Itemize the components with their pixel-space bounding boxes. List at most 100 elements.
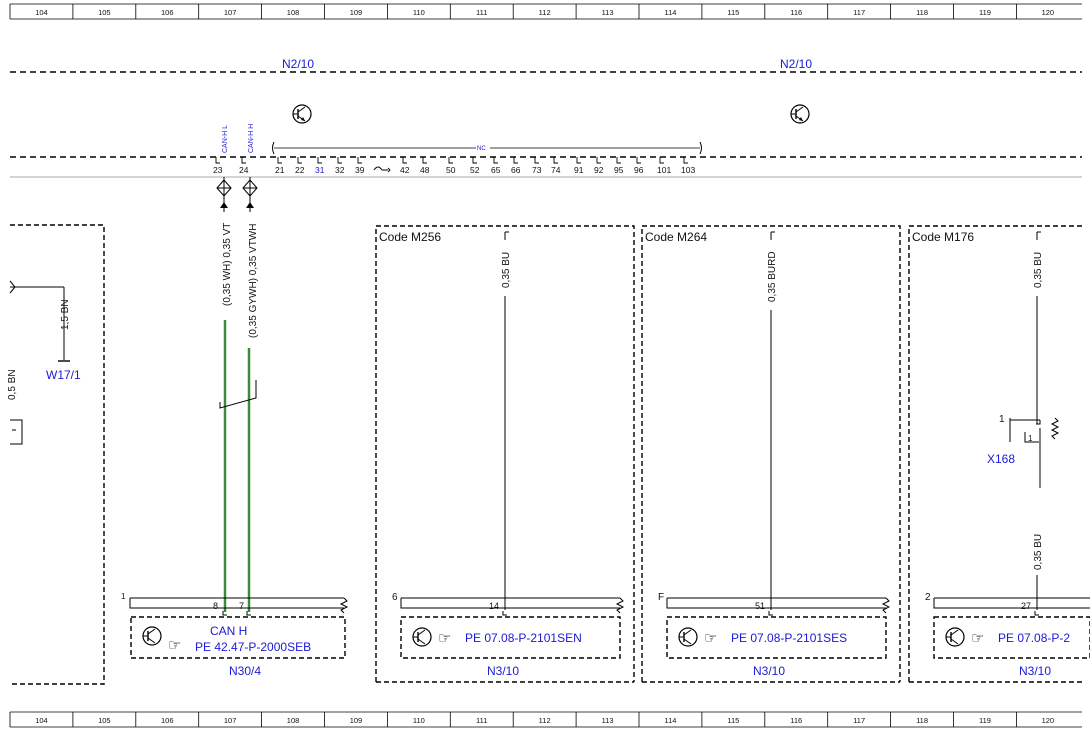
left-partial-wire-label: 0,5 BN xyxy=(7,369,18,400)
grid-column-label: 109 xyxy=(350,716,363,725)
connector-pin-outer: 1 xyxy=(999,414,1005,425)
connector-pin-label: 65 xyxy=(491,165,501,175)
connector-pin-label: 96 xyxy=(634,165,644,175)
code-section-1: Code M256 0,35 BU 6 14 ☞ PE 07.08-P-2101SEN N3… xyxy=(375,225,635,683)
unit-pin-label: 27 xyxy=(1021,601,1031,611)
grid-column-label: 119 xyxy=(979,716,991,725)
wire-label-lower[interactable]: 0,35 BU xyxy=(1033,534,1044,570)
module-label-n2-10-right[interactable]: N2/10 xyxy=(780,57,812,71)
transistor-icon xyxy=(412,627,432,647)
grid-column-label: 115 xyxy=(727,716,739,725)
code-section-2: Code M264 0,35 BURD F 51 ☞ PE 07.08-P-2101SES… xyxy=(641,225,901,683)
transistor-icon xyxy=(678,627,698,647)
n30-4-module: 1 8 7 ☞ CAN H PE 42.47-P-2000SEB N30/4 xyxy=(121,592,349,678)
grid-column-label: 114 xyxy=(664,8,676,17)
transistor-icon xyxy=(142,626,162,646)
connector-pin-label: 103 xyxy=(681,165,695,175)
n30-ref-link[interactable]: PE 42.47-P-2000SEB xyxy=(195,640,311,654)
grid-column-label: 106 xyxy=(161,716,174,725)
pointing-hand-icon[interactable]: ☞ xyxy=(438,630,451,647)
grid-column-label: 111 xyxy=(476,716,487,725)
connector-pin-label: 48 xyxy=(420,165,430,175)
connector-pin-label: 95 xyxy=(614,165,624,175)
pointing-hand-icon[interactable]: ☞ xyxy=(971,630,984,647)
unit-name[interactable]: N3/10 xyxy=(487,664,519,678)
connector-pin-label: 74 xyxy=(551,165,561,175)
grid-column-label: 106 xyxy=(161,8,174,17)
unit-name[interactable]: N3/10 xyxy=(753,664,785,678)
n30-pin-left: 8 xyxy=(213,601,218,611)
grid-column-label: 118 xyxy=(916,716,928,725)
connector-pin-label: 21 xyxy=(275,165,285,175)
grid-column-label: 117 xyxy=(853,716,865,725)
grid-column-label: 112 xyxy=(539,716,551,725)
grid-column-label: 118 xyxy=(916,8,928,17)
code-label: Code M264 xyxy=(645,230,707,244)
left-wire-label[interactable]: 1,5 BN xyxy=(60,299,71,330)
code-sections: Code M256 0,35 BU 6 14 ☞ PE 07.08-P-2101SEN N3… xyxy=(375,225,1090,683)
unit-ref-link[interactable]: PE 07.08-P-2 xyxy=(998,631,1070,645)
wire-label[interactable]: 0,35 BU xyxy=(501,252,512,288)
grid-column-label: 113 xyxy=(602,8,614,17)
grid-ruler-bottom: 104 105 106 107 108 109 110 111 112 113 114 115 116 1… xyxy=(9,711,1082,728)
section-number: 6 xyxy=(392,592,398,603)
connector-pin-label: 23 xyxy=(213,165,223,175)
can-twisted-pair[interactable] xyxy=(219,320,257,612)
nc-label: NC xyxy=(477,146,486,152)
connector-pin-label: 91 xyxy=(574,165,584,175)
can-l-label: CAN-H L xyxy=(222,125,229,153)
n30-pin-right: 7 xyxy=(239,601,244,611)
pointing-hand-icon[interactable]: ☞ xyxy=(168,637,181,654)
pointing-hand-icon[interactable]: ☞ xyxy=(704,630,717,647)
grid-column-label: 117 xyxy=(853,8,865,17)
wiring-diagram: 104 105 106 107 108 109 110 111 112 113 114 115 116 1… xyxy=(7,3,1090,728)
unit-name[interactable]: N3/10 xyxy=(1019,664,1051,678)
grid-column-label: 107 xyxy=(224,8,237,17)
grid-column-label: 105 xyxy=(98,716,111,725)
grid-column-label: 112 xyxy=(539,8,551,17)
wire-label[interactable]: 0,35 BURD xyxy=(767,251,778,302)
left-module-boundary xyxy=(10,224,105,685)
connector-pin-label: 92 xyxy=(594,165,604,175)
code-label: Code M176 xyxy=(912,230,974,244)
grid-column-label: 116 xyxy=(790,716,802,725)
transistor-icon xyxy=(945,627,965,647)
grid-ruler-top: 104 105 106 107 108 109 110 111 112 113 114 115 116 1… xyxy=(9,3,1082,20)
unit-ref-link[interactable]: PE 07.08-P-2101SES xyxy=(731,631,847,645)
grid-column-label: 114 xyxy=(664,716,676,725)
ground-label-w17-1[interactable]: W17/1 xyxy=(46,368,81,382)
connector-x168-label[interactable]: X168 xyxy=(987,452,1015,466)
wire-split-icon xyxy=(216,177,258,212)
section-number: F xyxy=(658,592,664,603)
connector-pin-inner: 1 xyxy=(1028,434,1033,443)
grid-column-label: 113 xyxy=(602,716,614,725)
connector-pin-label: 32 xyxy=(335,165,345,175)
unit-ref-link[interactable]: PE 07.08-P-2101SEN xyxy=(465,631,582,645)
grid-column-label: 107 xyxy=(224,716,237,725)
grid-column-label: 105 xyxy=(98,8,111,17)
grid-column-label: 115 xyxy=(727,8,739,17)
connector-pin-label: 50 xyxy=(446,165,456,175)
grid-column-label: 109 xyxy=(350,8,363,17)
n30-section-number: 1 xyxy=(121,592,126,601)
nc-bracket: NC xyxy=(272,141,702,155)
grid-column-label: 104 xyxy=(35,8,48,17)
code-section-3: Code M176 0,35 BU 1 1 X168 0,35 BU 2 27 ☞ PE 07.0… xyxy=(908,225,1090,683)
n30-name[interactable]: N30/4 xyxy=(229,664,261,678)
n30-text1[interactable]: CAN H xyxy=(210,624,247,638)
module-label-n2-10-left[interactable]: N2/10 xyxy=(282,57,314,71)
grid-column-label: 116 xyxy=(790,8,802,17)
connector-pins: 23 24 21 22 31 32 39 42 48 50 52 65 66 73 74 91 92 95 96 10… xyxy=(213,157,695,175)
jump-icon xyxy=(373,166,391,173)
can-wire-label-l[interactable]: (0,35 WH) 0,35 VT xyxy=(222,223,233,306)
unit-pin-label: 14 xyxy=(489,601,499,611)
connector-pin-label: 42 xyxy=(400,165,410,175)
connector-pin-label: 31 xyxy=(315,165,325,175)
wire-label[interactable]: 0,35 BU xyxy=(1033,252,1044,288)
grid-column-label: 111 xyxy=(476,8,487,17)
grid-column-label: 108 xyxy=(287,716,300,725)
transistor-icon xyxy=(790,104,810,124)
can-wire-label-h[interactable]: (0,35 GYWH) 0,35 VTWH xyxy=(248,224,259,338)
grid-column-label: 120 xyxy=(1042,716,1055,725)
grid-column-label: 104 xyxy=(35,716,48,725)
